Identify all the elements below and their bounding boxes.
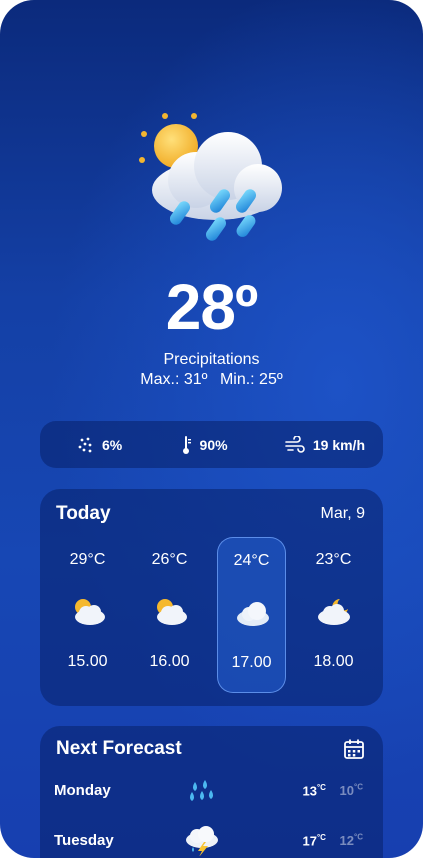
forecast-row[interactable]: Tuesday 17°C 12°C xyxy=(54,826,363,856)
min-temperature: Min.: 25º xyxy=(219,371,283,388)
rain-stat: 6% xyxy=(78,437,122,453)
hourly-time: 16.00 xyxy=(149,653,190,670)
humidity-stat: 90% xyxy=(180,435,228,455)
forecast-temps: 17°C 12°C xyxy=(302,833,363,848)
forecast-low: 12 xyxy=(339,833,355,849)
hourly-item[interactable]: 26°C 16.00 xyxy=(135,537,204,693)
max-temperature: Max.: 31º xyxy=(140,371,208,388)
temperature-range: Max.: 31º Min.: 25º xyxy=(0,371,423,389)
partly-cloudy-icon xyxy=(75,599,105,625)
sun-cloud-rain-icon xyxy=(139,113,282,241)
partly-cloudy-icon xyxy=(157,599,187,625)
thunderstorm-icon xyxy=(186,826,218,856)
rain-value: 6% xyxy=(102,436,123,453)
hourly-time: 18.00 xyxy=(313,653,354,670)
wind-stat: 19 km/h xyxy=(285,435,365,454)
hourly-temp: 29°C xyxy=(69,551,106,568)
wind-icon xyxy=(285,435,305,453)
forecast-temps: 13°C 10°C xyxy=(302,783,363,798)
weather-stats-bar: 6% 90% 19 km/h xyxy=(40,421,383,468)
today-date: Mar, 9 xyxy=(320,505,365,522)
thermometer-icon xyxy=(182,435,191,454)
hourly-item[interactable]: 29°C 15.00 xyxy=(53,537,122,693)
hourly-item[interactable]: 23°C 18.00 xyxy=(299,537,368,693)
temp-unit: °C xyxy=(354,783,363,792)
forecast-row[interactable]: Monday 13°C 10°C xyxy=(54,776,363,806)
temp-unit: °C xyxy=(316,783,326,792)
hourly-temp: 23°C xyxy=(315,551,352,568)
forecast-title: Next Forecast xyxy=(56,738,182,759)
temp-unit: °C xyxy=(354,833,363,842)
rain-drops-small-icon xyxy=(78,437,92,452)
temp-unit: °C xyxy=(316,833,326,842)
forecast-day: Monday xyxy=(54,782,111,799)
calendar-icon[interactable] xyxy=(343,738,365,760)
today-title: Today xyxy=(56,503,111,524)
hourly-time: 17.00 xyxy=(231,654,272,671)
forecast-high: 17 xyxy=(302,833,317,849)
cloud-icon xyxy=(237,602,269,626)
current-condition: Precipitations xyxy=(163,351,260,368)
hourly-item-selected[interactable]: 24°C 17.00 xyxy=(217,537,286,693)
cloud-moon-icon xyxy=(318,599,350,625)
rain-drops-icon xyxy=(190,780,213,801)
hourly-time: 15.00 xyxy=(67,653,108,670)
humidity-value: 90% xyxy=(199,436,228,453)
forecast-low: 10 xyxy=(339,783,355,799)
today-card: Today Mar, 9 29°C 15.00 26°C 16.00 24°C … xyxy=(40,489,383,706)
hourly-temp: 26°C xyxy=(151,551,188,568)
current-temperature: 28º xyxy=(165,271,259,343)
next-forecast-card: Next Forecast Monday 13°C 10°C Tuesday 1… xyxy=(40,726,383,858)
weather-screen: 28º Precipitations Max.: 31º Min.: 25º 6… xyxy=(0,0,423,858)
hourly-temp: 24°C xyxy=(233,552,270,569)
forecast-day: Tuesday xyxy=(54,832,114,849)
forecast-high: 13 xyxy=(302,783,317,799)
wind-value: 19 km/h xyxy=(312,436,365,453)
